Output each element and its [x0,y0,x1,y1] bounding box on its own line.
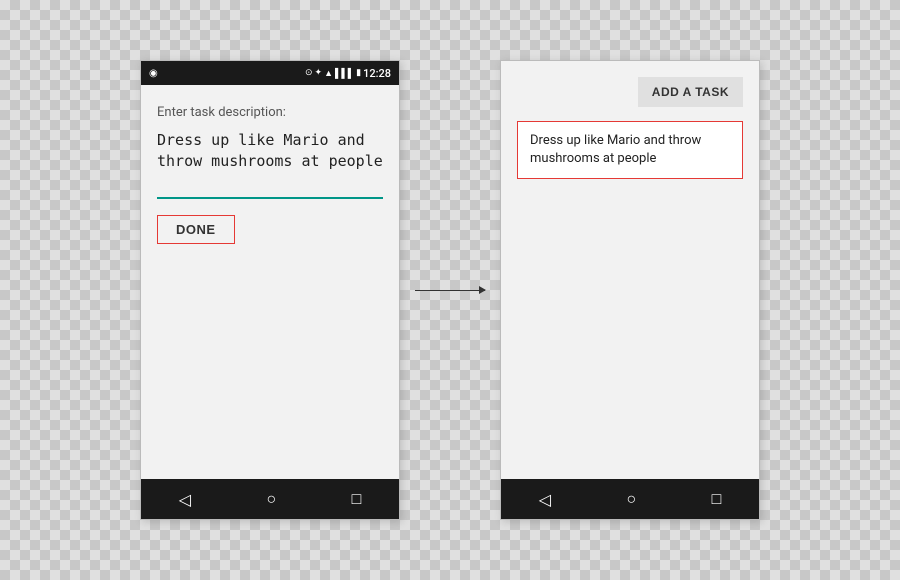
left-phone: ◉ ⊙ ✦ ▲ ▌▌▌ ▮ 12:28 Enter task descripti… [140,60,400,520]
add-task-button[interactable]: ADD A TASK [638,77,743,107]
transition-arrow [400,290,500,291]
task-item: Dress up like Mario and throw mushrooms … [517,121,743,179]
task-label: Enter task description: [157,105,383,120]
status-icons-group: ⊙ ✦ ▲ ▌▌▌ ▮ 12:28 [305,67,391,80]
phone-content-left: Enter task description: DONE [141,85,399,479]
home-icon-left[interactable]: ○ [266,489,276,509]
back-icon-right[interactable]: ◁ [539,490,551,509]
scene: ◉ ⊙ ✦ ▲ ▌▌▌ ▮ 12:28 Enter task descripti… [140,60,760,520]
recent-icon-left[interactable]: □ [352,489,362,509]
task-input[interactable] [157,130,383,193]
back-icon-left[interactable]: ◁ [179,490,191,509]
status-bar-left-icons: ◉ [149,68,158,79]
arrow-line [415,290,485,291]
battery-icon: ▮ [356,68,361,78]
signal-icon: ▌▌▌ [335,68,354,79]
notification-icon: ◉ [149,68,158,79]
nav-bar-right: ◁ ○ □ [501,479,759,519]
home-icon-right[interactable]: ○ [626,489,636,509]
task-item-text: Dress up like Mario and throw mushrooms … [530,133,701,166]
recent-icon-right[interactable]: □ [712,489,722,509]
done-button[interactable]: DONE [157,215,235,244]
input-underline [157,197,383,199]
nav-bar-left: ◁ ○ □ [141,479,399,519]
wifi-icon: ▲ [324,68,333,79]
bluetooth-icon: ✦ [315,68,323,78]
status-bar-left: ◉ ⊙ ✦ ▲ ▌▌▌ ▮ 12:28 [141,61,399,85]
right-phone: ADD A TASK Dress up like Mario and throw… [500,60,760,520]
phone-content-right: ADD A TASK Dress up like Mario and throw… [501,61,759,479]
time-display: 12:28 [363,67,391,80]
location-icon: ⊙ [305,68,313,78]
